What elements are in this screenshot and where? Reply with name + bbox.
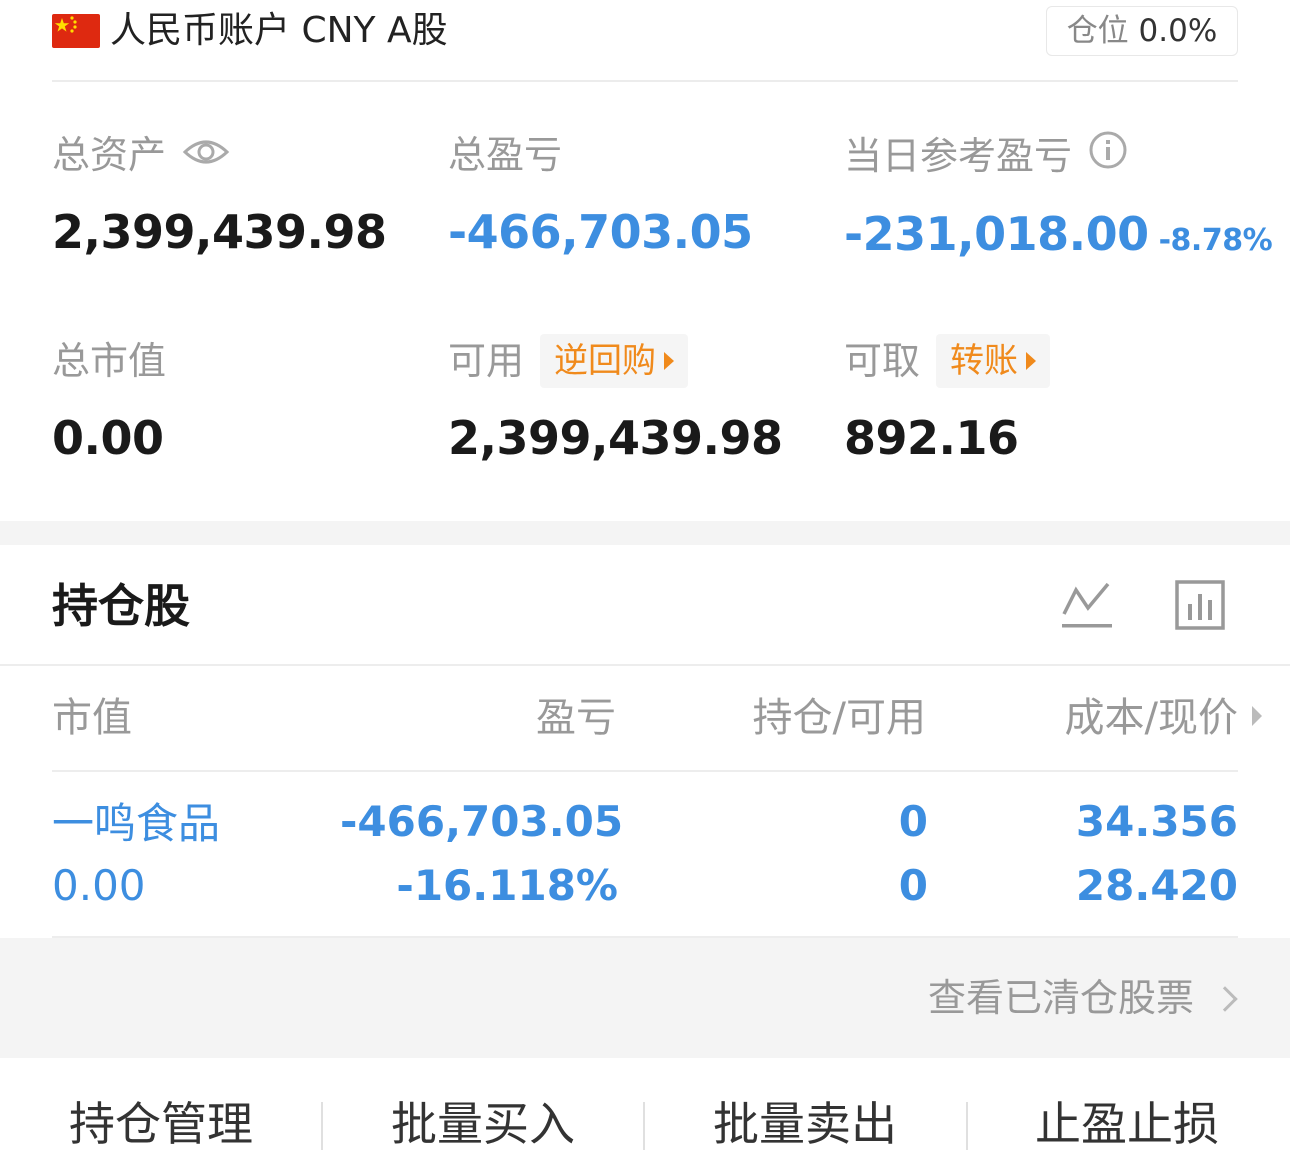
column-header-position: 持仓/可用: [752, 695, 926, 741]
section-divider: [0, 521, 1290, 545]
bar-chart-icon[interactable]: [1175, 580, 1225, 634]
stock-name: 一鸣食品: [52, 799, 221, 848]
total-assets-label: 总资产: [52, 133, 167, 177]
holdings-title: 持仓股: [52, 579, 190, 633]
cleared-stocks-link[interactable]: 查看已清仓股票: [928, 970, 1194, 1026]
chevron-right-icon[interactable]: [1212, 986, 1238, 1012]
caret-right-icon[interactable]: [1252, 706, 1262, 726]
position-ratio-box: 仓位 0.0%: [1046, 6, 1238, 56]
reverse-repo-label: 逆回购: [554, 341, 657, 381]
china-flag-icon: [52, 14, 100, 48]
total-pl-cell: 总盈亏 -466,703.05: [448, 130, 753, 262]
total-pl-value: -466,703.05: [448, 205, 753, 259]
cleared-stocks-area: 查看已清仓股票: [0, 938, 1290, 1058]
daily-pl-label: 当日参考盈亏: [844, 134, 1073, 178]
stock-cost: 34.356: [1075, 797, 1238, 846]
stock-price: 28.420: [1075, 861, 1238, 910]
divider: [0, 664, 1290, 666]
withdrawable-value: 892.16: [844, 411, 1019, 465]
total-assets-cell: 总资产 2,399,439.98: [52, 130, 387, 262]
daily-pl-percent: -8.78%: [1158, 223, 1273, 258]
action-bar: 持仓管理 批量买入 批量卖出 止盈止损: [0, 1058, 1290, 1155]
info-icon[interactable]: [1088, 130, 1128, 182]
total-assets-value: 2,399,439.98: [52, 205, 387, 259]
column-header-market-value: 市值: [52, 695, 132, 741]
column-header-cost-price[interactable]: 成本/现价: [960, 690, 1238, 746]
available-label: 可用: [448, 339, 525, 383]
account-header: 人民币账户 CNY A股 仓位 0.0%: [52, 0, 1238, 82]
transfer-label: 转账: [950, 341, 1019, 381]
market-value-cell: 总市值 0.00: [52, 334, 166, 468]
total-pl-label: 总盈亏: [448, 133, 563, 177]
caret-right-icon: [1026, 352, 1037, 370]
batch-buy-button[interactable]: 批量买入: [322, 1094, 644, 1154]
batch-sell-button[interactable]: 批量卖出: [644, 1094, 966, 1154]
stock-pl-percent: -16.118%: [396, 861, 618, 910]
daily-pl-cell: 当日参考盈亏 -231,018.00 -8.78%: [844, 130, 1273, 271]
market-value-value: 0.00: [52, 411, 164, 465]
stock-position: 0: [898, 797, 928, 846]
caret-right-icon: [664, 352, 675, 370]
account-title[interactable]: 人民币账户 CNY A股: [110, 6, 448, 56]
column-header-pl: 盈亏: [536, 695, 616, 741]
position-label: 仓位: [1066, 13, 1129, 49]
available-value: 2,399,439.98: [448, 411, 783, 465]
divider: [52, 770, 1238, 772]
withdrawable-label: 可取: [844, 339, 921, 383]
stock-available: 0: [898, 861, 928, 910]
transfer-button[interactable]: 转账: [936, 334, 1051, 388]
stock-market-value: 0.00: [52, 861, 146, 910]
stop-profit-loss-button[interactable]: 止盈止损: [966, 1094, 1288, 1154]
withdrawable-cell: 可取 转账 892.16: [844, 334, 1051, 468]
daily-pl-value: -231,018.00: [844, 207, 1149, 261]
position-management-button[interactable]: 持仓管理: [0, 1094, 322, 1154]
position-value: 0.0%: [1138, 13, 1218, 49]
line-chart-icon[interactable]: [1060, 578, 1114, 634]
eye-icon[interactable]: [182, 130, 230, 180]
market-value-label: 总市值: [52, 339, 167, 383]
stock-pl: -466,703.05: [340, 797, 624, 846]
reverse-repo-button[interactable]: 逆回购: [540, 334, 689, 388]
available-cell: 可用 逆回购 2,399,439.98: [448, 334, 783, 468]
